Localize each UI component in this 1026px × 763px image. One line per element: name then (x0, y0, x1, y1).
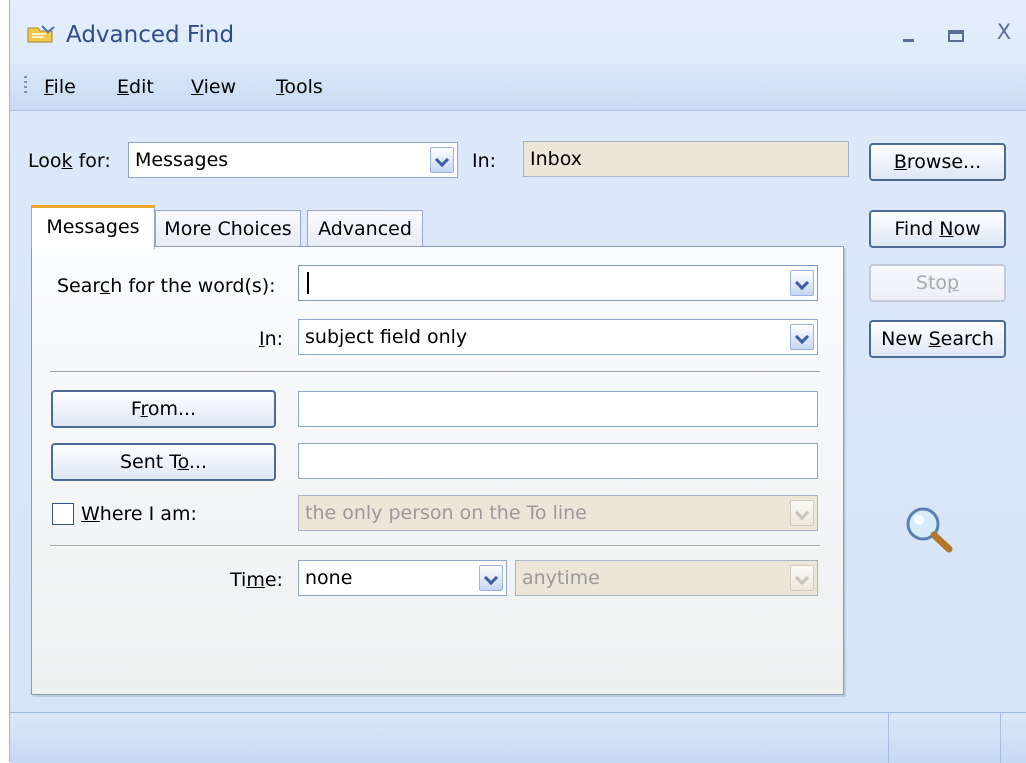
sent-to-button[interactable]: Sent To... (51, 443, 276, 481)
search-in-value: subject field only (305, 326, 468, 348)
from-field[interactable] (298, 391, 818, 427)
minimize-button[interactable] (892, 22, 926, 50)
tab-more-choices[interactable]: More Choices (155, 210, 301, 248)
menu-tools[interactable]: Tools (276, 76, 323, 98)
chevron-down-icon (790, 500, 814, 526)
menu-bar: File Edit View Tools (10, 64, 1026, 111)
from-button[interactable]: From... (51, 390, 276, 428)
close-button[interactable]: X (987, 20, 1021, 48)
where-i-am-value: the only person on the To line (305, 502, 587, 524)
status-divider (888, 713, 889, 763)
search-in-label: In: (259, 328, 284, 350)
time-select[interactable]: none (298, 560, 507, 596)
browse-button[interactable]: Browse... (869, 143, 1006, 181)
look-for-select[interactable]: Messages (128, 142, 458, 178)
in-folder-field: Inbox (523, 141, 849, 177)
tab-advanced[interactable]: Advanced (307, 210, 423, 248)
menu-grip[interactable] (24, 76, 27, 96)
look-for-value: Messages (135, 149, 229, 171)
find-now-button[interactable]: Find Now (869, 210, 1006, 248)
in-folder-value: Inbox (530, 148, 582, 170)
chevron-down-icon (790, 565, 814, 591)
where-i-am-label: Where I am: (81, 503, 197, 525)
search-in-select[interactable]: subject field only (298, 319, 818, 355)
minimize-icon (903, 39, 914, 42)
menu-file[interactable]: File (44, 76, 76, 98)
tab-messages[interactable]: Messages (31, 205, 155, 249)
status-divider (1000, 713, 1001, 763)
where-i-am-checkbox[interactable] (52, 503, 74, 525)
chevron-down-icon[interactable] (790, 270, 814, 296)
maximize-button[interactable] (940, 22, 974, 50)
time-value: none (305, 567, 353, 589)
new-search-button[interactable]: New Search (869, 320, 1006, 358)
time-range-select[interactable]: anytime (515, 560, 818, 596)
chevron-down-icon[interactable] (479, 565, 503, 591)
search-words-label: Search for the word(s): (57, 275, 276, 297)
where-i-am-select[interactable]: the only person on the To line (298, 495, 818, 531)
magnifier-icon (906, 507, 953, 553)
title-bar: Advanced Find X (10, 0, 1026, 72)
stop-button[interactable]: Stop (869, 264, 1006, 302)
chevron-down-icon[interactable] (430, 147, 454, 173)
separator (50, 545, 820, 547)
close-icon: X (996, 20, 1012, 44)
window-title: Advanced Find (66, 22, 235, 48)
maximize-icon (948, 30, 964, 42)
advanced-find-window: Advanced Find X File Edit View Tools Loo… (9, 0, 1026, 763)
time-range-value: anytime (522, 567, 600, 589)
time-label: Time: (230, 569, 283, 591)
status-bar (10, 712, 1026, 763)
menu-edit[interactable]: Edit (117, 76, 154, 98)
text-cursor (307, 272, 309, 294)
sent-to-field[interactable] (298, 443, 818, 479)
search-words-input[interactable] (298, 265, 818, 301)
chevron-down-icon[interactable] (790, 324, 814, 350)
in-folder-label: In: (472, 150, 497, 172)
advanced-find-app-icon (27, 25, 55, 43)
look-for-label: Look for: (28, 150, 111, 172)
menu-view[interactable]: View (191, 76, 236, 98)
separator (50, 371, 820, 373)
